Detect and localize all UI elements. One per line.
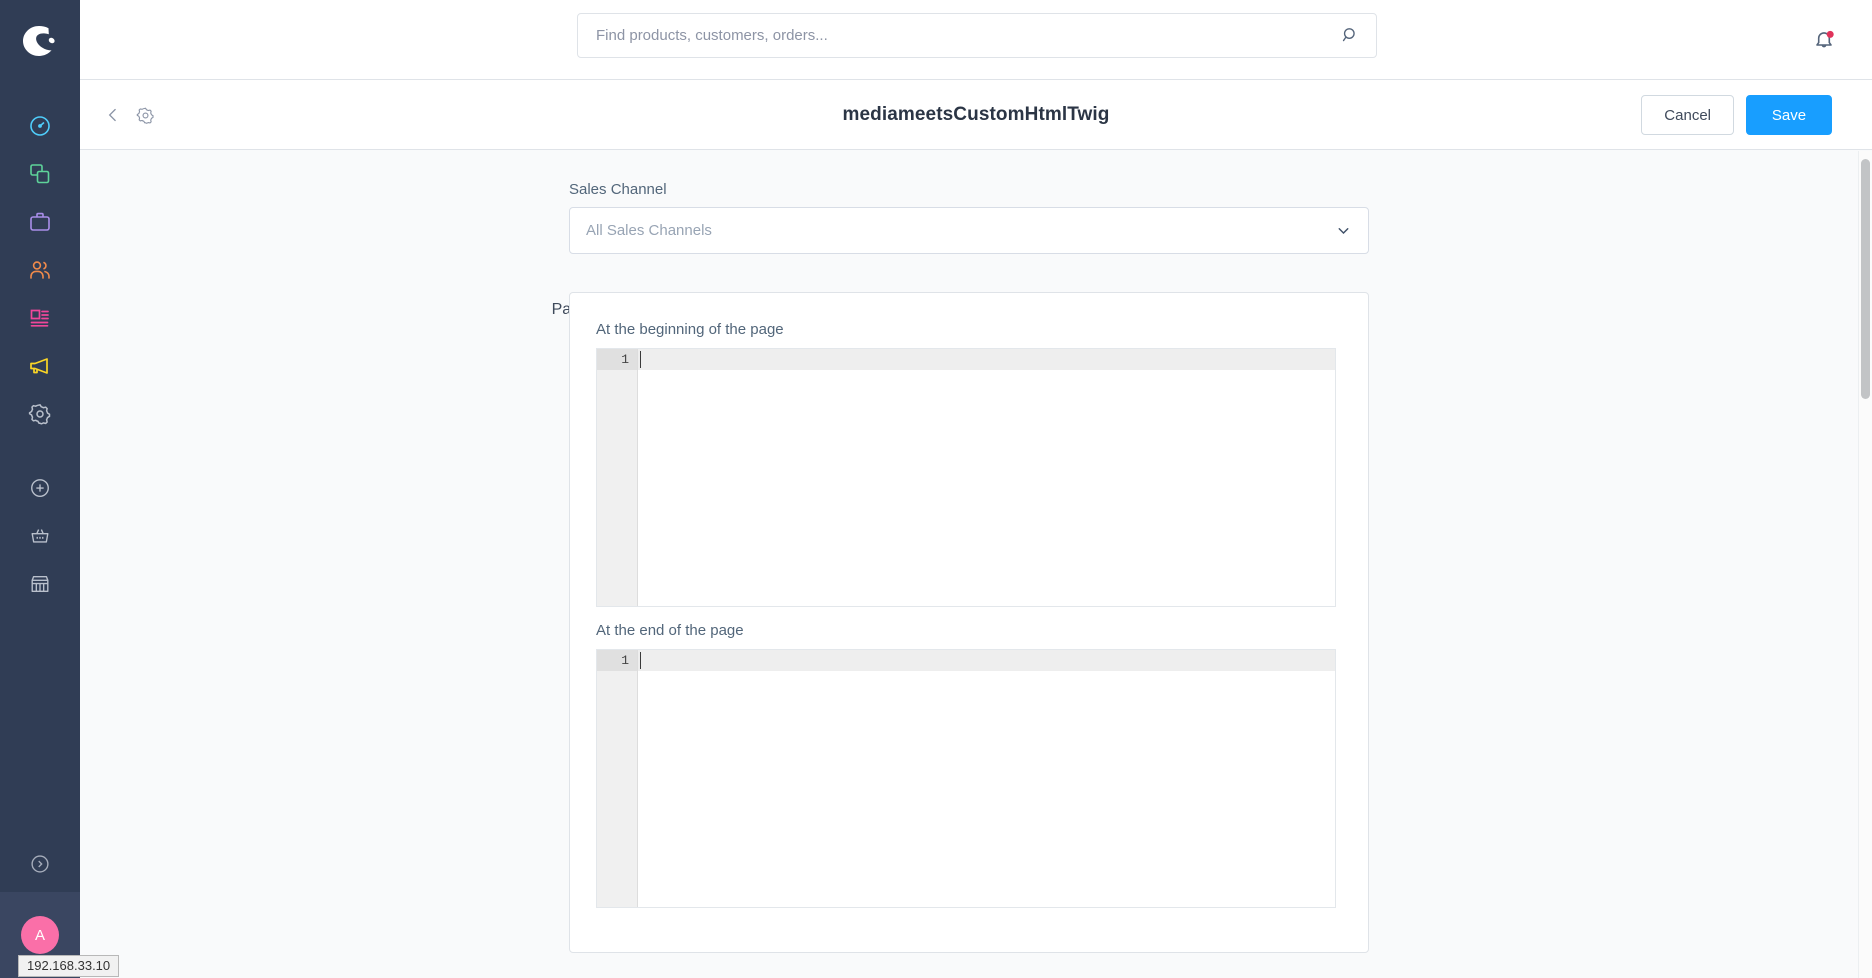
gear-icon	[28, 403, 51, 425]
scrollbar-thumb[interactable]	[1861, 159, 1870, 399]
content-list-icon	[30, 309, 49, 327]
sales-channel-label: Sales Channel	[569, 181, 667, 198]
sidebar-item-catalogues[interactable]	[0, 150, 80, 198]
sidebar-item-marketing[interactable]	[0, 342, 80, 390]
content-scrollbar[interactable]	[1858, 151, 1872, 978]
sidebar: A	[0, 0, 80, 978]
chevron-right-circle-icon	[31, 855, 49, 873]
text-caret	[640, 351, 641, 368]
store-icon	[31, 575, 49, 593]
notification-bell-button[interactable]	[1806, 22, 1842, 58]
page-card: At the beginning of the page 1 At the en…	[569, 292, 1369, 953]
code-editor-end[interactable]: 1	[596, 649, 1336, 908]
sidebar-item-shopping[interactable]	[0, 512, 80, 560]
sidebar-item-customers[interactable]	[0, 246, 80, 294]
editor-active-line[interactable]	[638, 349, 1335, 370]
search-input[interactable]	[578, 14, 1337, 57]
page-title: mediameetsCustomHtmlTwig	[842, 104, 1110, 125]
sidebar-expand-button[interactable]	[0, 836, 80, 892]
sidebar-item-add-new[interactable]	[0, 464, 80, 512]
editor-label-end: At the end of the page	[596, 622, 744, 639]
avatar[interactable]: A	[21, 916, 59, 954]
text-caret	[640, 652, 641, 669]
sales-channel-value: All Sales Channels	[586, 222, 712, 239]
settings-button[interactable]	[132, 102, 158, 128]
back-button[interactable]	[100, 102, 126, 128]
editor-block-beginning: At the beginning of the page 1	[596, 321, 1342, 607]
chevron-down-icon[interactable]	[1335, 222, 1352, 239]
sidebar-item-dashboard[interactable]	[0, 102, 80, 150]
notification-badge	[1826, 30, 1834, 38]
sidebar-item-orders[interactable]	[0, 198, 80, 246]
smart-bar-actions: Cancel Save	[1641, 80, 1832, 150]
editor-gutter: 1	[597, 349, 638, 606]
gauge-icon	[30, 116, 50, 136]
code-editor-beginning[interactable]: 1	[596, 348, 1336, 607]
global-search[interactable]	[577, 13, 1377, 58]
search-icon[interactable]	[1337, 26, 1376, 45]
top-bar	[80, 0, 1872, 80]
chevron-left-icon	[108, 108, 116, 122]
save-button[interactable]: Save	[1746, 95, 1832, 135]
sidebar-item-content[interactable]	[0, 294, 80, 342]
line-number: 1	[597, 650, 637, 671]
editor-gutter: 1	[597, 650, 638, 907]
line-number: 1	[597, 349, 637, 370]
users-icon	[30, 261, 50, 279]
bell-icon	[1816, 30, 1834, 48]
briefcase-icon	[30, 212, 50, 231]
sidebar-item-storefront[interactable]	[0, 560, 80, 608]
shopware-logo-icon	[23, 26, 55, 56]
editor-active-line[interactable]	[638, 650, 1335, 671]
plus-circle-icon	[31, 479, 49, 497]
copy-windows-icon	[30, 164, 50, 184]
sidebar-item-settings[interactable]	[0, 390, 80, 438]
basket-icon	[31, 529, 49, 543]
cancel-button[interactable]: Cancel	[1641, 95, 1734, 135]
megaphone-icon	[30, 358, 48, 374]
gear-icon	[136, 107, 154, 124]
smart-bar: mediameetsCustomHtmlTwig Cancel Save	[80, 80, 1872, 150]
editor-code-area[interactable]	[638, 650, 1335, 907]
editor-code-area[interactable]	[638, 349, 1335, 606]
sales-channel-select[interactable]: All Sales Channels	[569, 207, 1369, 254]
content-area: Sales Channel All Sales Channels Page At…	[80, 151, 1872, 978]
editor-block-end: At the end of the page 1	[596, 622, 1342, 908]
editor-label-beginning: At the beginning of the page	[596, 321, 784, 338]
editor-spacer	[596, 607, 1342, 622]
status-bar-url: 192.168.33.10	[18, 955, 120, 977]
shopware-logo[interactable]	[0, 0, 80, 82]
sales-channel-field: Sales Channel All Sales Channels	[569, 181, 1369, 254]
